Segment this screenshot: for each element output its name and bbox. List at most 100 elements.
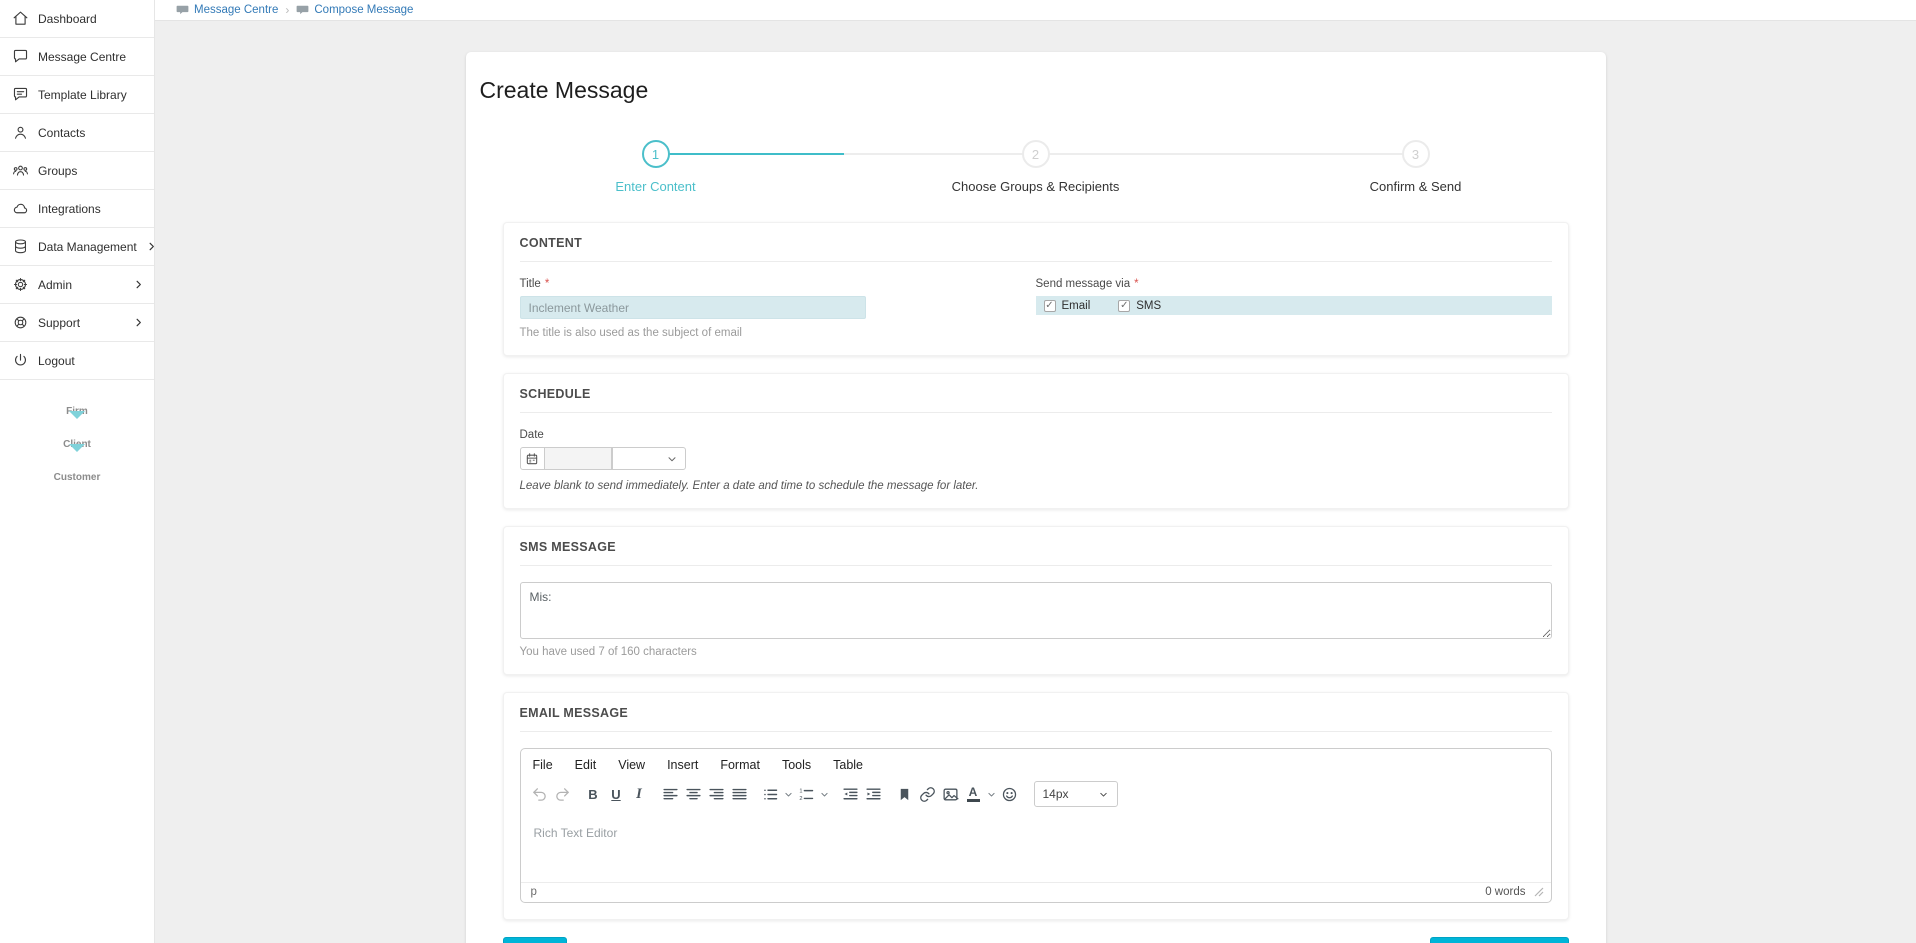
justify-icon — [731, 786, 748, 803]
undo-button[interactable] — [528, 782, 551, 806]
date-input[interactable] — [545, 447, 612, 470]
rich-text-editor: File Edit View Insert Format Tools Table — [520, 748, 1552, 903]
sidebar-item-label: Integrations — [38, 202, 144, 216]
justify-button[interactable] — [728, 782, 751, 806]
resize-grip-icon[interactable] — [1534, 887, 1544, 897]
sidebar-item-dashboard[interactable]: Dashboard — [0, 0, 154, 38]
email-channel-checkbox[interactable]: ✓ Email — [1044, 300, 1091, 312]
sidebar-item-message-centre[interactable]: Message Centre — [0, 38, 154, 76]
editor-toolbar: B U I — [521, 777, 1551, 814]
sidebar-item-data-management[interactable]: Data Management — [0, 228, 154, 266]
redo-button[interactable] — [551, 782, 574, 806]
indent-button[interactable] — [862, 782, 885, 806]
align-right-button[interactable] — [705, 782, 728, 806]
numbered-list-icon: 12 — [798, 786, 815, 803]
menu-insert[interactable]: Insert — [667, 758, 698, 772]
font-size-value: 14px — [1043, 787, 1069, 801]
italic-button[interactable]: I — [628, 782, 651, 806]
sidebar-item-contacts[interactable]: Contacts — [0, 114, 154, 152]
breadcrumb-compose-message[interactable]: Compose Message — [296, 4, 413, 16]
step-number: 2 — [1022, 140, 1050, 168]
cloud-icon — [12, 200, 29, 217]
support-icon — [12, 314, 29, 331]
section-heading: SCHEDULE — [520, 387, 1552, 413]
italic-icon: I — [636, 786, 642, 803]
calendar-button[interactable] — [520, 447, 545, 470]
step-label: Choose Groups & Recipients — [952, 179, 1120, 194]
brand-logo: Firm Client Customer — [0, 406, 154, 483]
title-input[interactable] — [520, 296, 866, 319]
bullet-list-dropdown[interactable] — [782, 782, 795, 806]
sidebar-item-admin[interactable]: Admin — [0, 266, 154, 304]
send-via-label: Send message via * — [1036, 278, 1552, 290]
step-choose-groups-recipients[interactable]: 2 Choose Groups & Recipients — [846, 140, 1226, 194]
groups-icon — [12, 162, 29, 179]
sms-message-section: SMS MESSAGE Mis: You have used 7 of 160 … — [503, 526, 1569, 675]
time-select[interactable] — [612, 447, 686, 470]
breadcrumb: Message Centre › Compose Message — [155, 0, 1916, 21]
sms-message-textarea[interactable]: Mis: — [520, 582, 1552, 639]
anchor-button[interactable] — [893, 782, 916, 806]
section-heading: SMS MESSAGE — [520, 540, 1552, 566]
menu-view[interactable]: View — [618, 758, 645, 772]
bullet-list-button[interactable] — [759, 782, 782, 806]
text-color-button[interactable]: A — [962, 782, 985, 806]
svg-text:1: 1 — [799, 788, 802, 794]
chat-bubble-icon — [176, 5, 189, 16]
link-icon — [919, 786, 936, 803]
date-field-label: Date — [520, 429, 1552, 441]
menu-table[interactable]: Table — [833, 758, 863, 772]
choose-recipients-button[interactable]: Choose Recipients → — [1430, 937, 1568, 943]
chat-icon — [12, 48, 29, 65]
sidebar-item-label: Dashboard — [38, 12, 144, 26]
database-icon — [12, 238, 29, 255]
menu-format[interactable]: Format — [720, 758, 760, 772]
calendar-icon — [525, 452, 539, 466]
sidebar-item-logout[interactable]: Logout — [0, 342, 154, 380]
chevron-down-icon — [1098, 789, 1109, 800]
checkbox-checked-icon: ✓ — [1118, 300, 1130, 312]
step-enter-content[interactable]: 1 Enter Content — [466, 140, 846, 194]
undo-icon — [531, 786, 548, 803]
wizard-footer: ← Back Choose Recipients → — [503, 937, 1569, 943]
outdent-button[interactable] — [839, 782, 862, 806]
link-button[interactable] — [916, 782, 939, 806]
menu-tools[interactable]: Tools — [782, 758, 811, 772]
numbered-list-button[interactable]: 12 — [795, 782, 818, 806]
sidebar-item-support[interactable]: Support — [0, 304, 154, 342]
step-confirm-send[interactable]: 3 Confirm & Send — [1226, 140, 1606, 194]
sidebar-item-template-library[interactable]: Template Library — [0, 76, 154, 114]
numbered-list-dropdown[interactable] — [818, 782, 831, 806]
chevron-down-icon — [820, 790, 829, 799]
underline-button[interactable]: U — [605, 782, 628, 806]
align-left-icon — [662, 786, 679, 803]
logo-level-customer: Customer — [54, 472, 101, 483]
menu-file[interactable]: File — [533, 758, 553, 772]
text-color-dropdown[interactable] — [985, 782, 998, 806]
insert-image-button[interactable] — [939, 782, 962, 806]
sidebar-item-integrations[interactable]: Integrations — [0, 190, 154, 228]
underline-icon: U — [611, 787, 620, 802]
title-field-label: Title * — [520, 278, 1036, 290]
sms-channel-checkbox[interactable]: ✓ SMS — [1118, 300, 1161, 312]
email-message-section: EMAIL MESSAGE File Edit View Insert Form… — [503, 692, 1569, 920]
sidebar-item-label: Template Library — [38, 88, 144, 102]
align-center-button[interactable] — [682, 782, 705, 806]
sidebar-item-label: Data Management — [38, 240, 137, 254]
chevron-right-icon — [133, 279, 144, 290]
menu-edit[interactable]: Edit — [575, 758, 597, 772]
font-size-select[interactable]: 14px — [1034, 781, 1118, 807]
back-button[interactable]: ← Back — [503, 937, 567, 943]
schedule-section: SCHEDULE Date — [503, 373, 1569, 509]
editor-menubar: File Edit View Insert Format Tools Table — [521, 749, 1551, 777]
breadcrumb-message-centre[interactable]: Message Centre — [176, 4, 278, 16]
breadcrumb-separator: › — [285, 3, 289, 17]
channel-label: Email — [1062, 300, 1091, 312]
emoji-button[interactable] — [998, 782, 1021, 806]
bold-button[interactable]: B — [582, 782, 605, 806]
step-number: 1 — [642, 140, 670, 168]
align-left-button[interactable] — [659, 782, 682, 806]
sidebar-item-groups[interactable]: Groups — [0, 152, 154, 190]
editor-content-area[interactable]: Rich Text Editor — [521, 814, 1551, 882]
editor-statusbar: p 0 words — [521, 882, 1551, 902]
